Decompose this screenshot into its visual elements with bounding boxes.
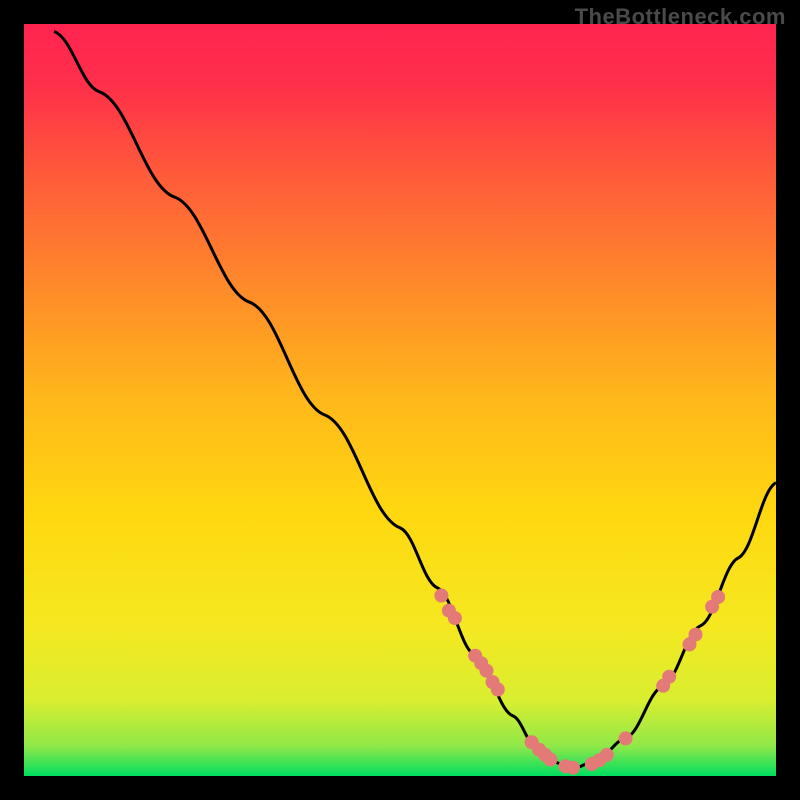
data-marker <box>689 628 703 642</box>
data-marker <box>600 748 614 762</box>
chart-svg <box>24 24 776 776</box>
gradient-background <box>24 24 776 776</box>
chart-container <box>24 24 776 776</box>
data-marker <box>491 683 505 697</box>
data-marker <box>448 611 462 625</box>
data-marker <box>543 753 557 767</box>
data-marker <box>662 670 676 684</box>
data-marker <box>711 590 725 604</box>
data-marker <box>566 761 580 775</box>
data-marker <box>434 589 448 603</box>
attribution-text: TheBottleneck.com <box>575 4 786 30</box>
data-marker <box>619 731 633 745</box>
